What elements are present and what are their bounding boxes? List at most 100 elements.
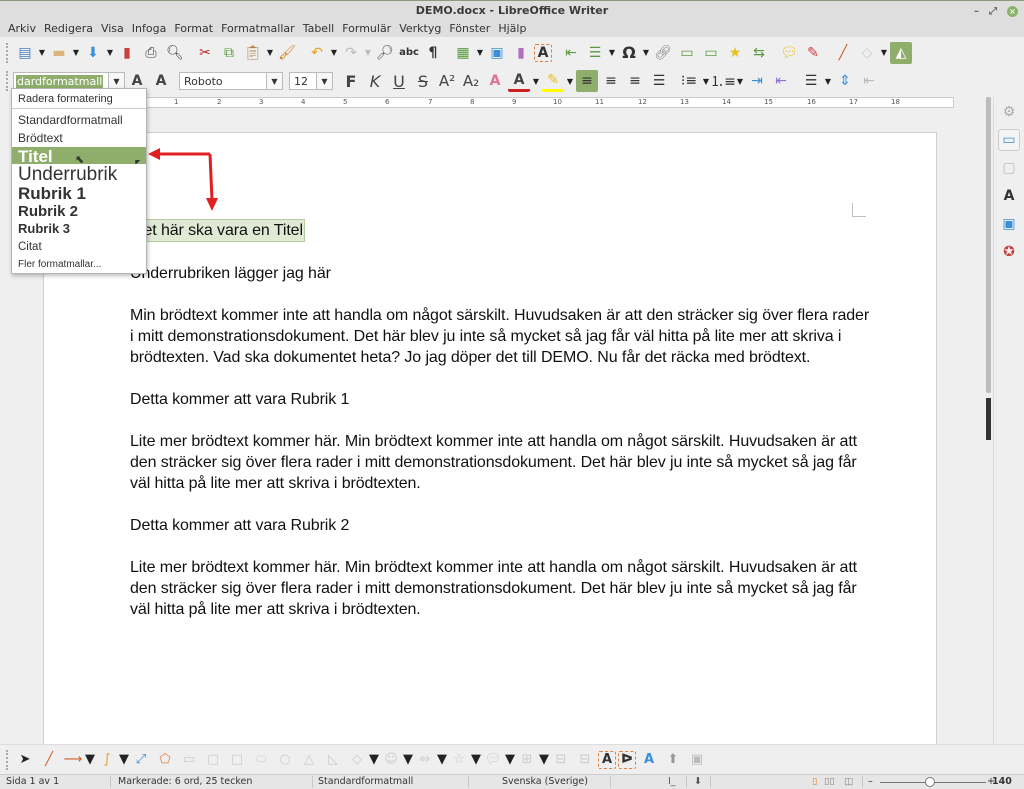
- chevron-down-icon[interactable]: ▼: [505, 749, 515, 771]
- bookmark-icon[interactable]: ★: [724, 42, 746, 64]
- triangle-icon[interactable]: △: [298, 749, 320, 771]
- menu-format[interactable]: Format: [170, 20, 217, 37]
- superscript-button[interactable]: A²: [436, 70, 458, 92]
- horizontal-ruler[interactable]: 1 2 3 4 5 6 7 8 9 10 11 12 13 14 15 16 1…: [72, 97, 954, 108]
- paragraph-spacing-icon[interactable]: ⇕: [834, 70, 856, 92]
- minimize-button[interactable]: –: [974, 2, 979, 21]
- find-replace-icon[interactable]: 🔎︎: [374, 42, 396, 64]
- align-justify-button[interactable]: ☰: [648, 70, 670, 92]
- callout-icon[interactable]: 💬︎: [482, 749, 504, 771]
- chevron-down-icon[interactable]: ▼: [105, 42, 115, 64]
- font-size-dropdown-button[interactable]: ▼: [317, 72, 333, 90]
- font-color-button[interactable]: A: [508, 70, 530, 92]
- insert-text-icon[interactable]: A: [598, 750, 616, 769]
- align-left-button[interactable]: ≡: [576, 70, 598, 92]
- select-icon[interactable]: ➤: [14, 749, 36, 771]
- language-status[interactable]: Svenska (Sverige): [502, 775, 588, 789]
- gallery-icon[interactable]: ▣: [998, 213, 1020, 235]
- style-item-rubrik-3[interactable]: Rubrik 3: [12, 221, 146, 237]
- insert-image-icon[interactable]: ▣: [486, 42, 508, 64]
- align-center-button[interactable]: ≡: [600, 70, 622, 92]
- menu-hjalp[interactable]: Hjälp: [494, 20, 530, 37]
- close-button[interactable]: ×: [1007, 5, 1018, 17]
- insert-textbox-icon[interactable]: A: [534, 43, 552, 62]
- double-arrow-icon[interactable]: ⇔: [414, 749, 436, 771]
- endnote-icon[interactable]: ▭: [700, 42, 722, 64]
- heading2-paragraph[interactable]: Detta kommer att vara Rubrik 2: [130, 515, 870, 536]
- print-preview-icon[interactable]: 🔍︎: [164, 42, 186, 64]
- font-size-input[interactable]: 12: [289, 72, 317, 90]
- styles-icon[interactable]: A: [998, 185, 1020, 207]
- menu-visa[interactable]: Visa: [97, 20, 128, 37]
- arrow-line-icon[interactable]: ⟶: [62, 749, 84, 771]
- basic-shapes-icon[interactable]: ◇: [856, 42, 878, 64]
- style-item-citat[interactable]: Citat: [12, 239, 146, 255]
- align-icon[interactable]: ⊟: [550, 749, 572, 771]
- line-spacing-icon[interactable]: ☰: [800, 70, 822, 92]
- copy-icon[interactable]: ⧉: [218, 42, 240, 64]
- new-document-icon[interactable]: ▤: [14, 42, 36, 64]
- ellipse-icon[interactable]: ⬭: [250, 749, 272, 771]
- strikethrough-button[interactable]: S: [412, 70, 434, 92]
- rounded-rectangle-icon[interactable]: ▢: [202, 749, 224, 771]
- cut-icon[interactable]: ✂: [194, 42, 216, 64]
- print-icon[interactable]: ⎙: [140, 42, 162, 64]
- chevron-down-icon[interactable]: ▼: [329, 42, 339, 64]
- hanging-indent-icon[interactable]: ⇤: [858, 70, 880, 92]
- sidebar-collapse-handle[interactable]: [986, 398, 991, 440]
- chevron-down-icon[interactable]: ▼: [85, 749, 95, 771]
- decrease-indent-icon[interactable]: ⇤: [770, 70, 792, 92]
- insert-chart-icon[interactable]: ▮: [510, 42, 532, 64]
- square-icon[interactable]: □: [226, 749, 248, 771]
- style-item-standard[interactable]: Standardformatmall: [12, 111, 146, 129]
- toggle-sidebar-icon[interactable]: ▭: [998, 129, 1020, 151]
- special-character-icon[interactable]: Ω: [618, 42, 640, 64]
- increase-indent-icon[interactable]: ⇥: [746, 70, 768, 92]
- new-style-icon[interactable]: A: [150, 70, 172, 92]
- toolbar-grip[interactable]: [6, 71, 9, 91]
- fontwork-icon[interactable]: A: [638, 749, 660, 771]
- font-name-dropdown-button[interactable]: ▼: [267, 72, 283, 90]
- insert-mode-icon[interactable]: I_: [668, 775, 676, 789]
- spellcheck-icon[interactable]: abc: [398, 42, 420, 64]
- chevron-down-icon[interactable]: ▼: [119, 749, 129, 771]
- bullet-list-icon[interactable]: ⁝≡: [678, 70, 700, 92]
- flowchart-icon[interactable]: ⊞: [516, 749, 538, 771]
- align-right-button[interactable]: ≡: [624, 70, 646, 92]
- chevron-down-icon[interactable]: ▼: [363, 42, 373, 64]
- chevron-down-icon[interactable]: ▼: [641, 42, 651, 64]
- zoom-level[interactable]: 140 %: [992, 775, 1024, 789]
- save-icon[interactable]: ⬇: [82, 42, 104, 64]
- chevron-down-icon[interactable]: ▼: [471, 749, 481, 771]
- numbered-list-icon[interactable]: ⒈≡: [710, 70, 736, 92]
- menu-formatmallar[interactable]: Formatmallar: [217, 20, 299, 37]
- book-view-icon[interactable]: ◫: [844, 775, 853, 789]
- menu-arkiv[interactable]: Arkiv: [4, 20, 40, 37]
- document-content[interactable]: Det här ska vara en Titel Underrubriken …: [130, 219, 870, 641]
- rectangle-icon[interactable]: ▭: [178, 749, 200, 771]
- cross-reference-icon[interactable]: ⇆: [748, 42, 770, 64]
- page-count[interactable]: Sida 1 av 1: [6, 775, 59, 789]
- smiley-icon[interactable]: ☺: [380, 749, 402, 771]
- page-style-status[interactable]: Standardformatmall: [318, 775, 413, 789]
- menu-redigera[interactable]: Redigera: [40, 20, 97, 37]
- clone-formatting-icon[interactable]: 🖌︎: [276, 42, 298, 64]
- line-icon[interactable]: ╱: [832, 42, 854, 64]
- hyperlink-icon[interactable]: 🔗︎: [652, 42, 674, 64]
- scrollbar-thumb[interactable]: [986, 97, 991, 393]
- zoom-out-button[interactable]: –: [868, 775, 873, 789]
- chevron-down-icon[interactable]: ▼: [403, 749, 413, 771]
- style-item-underrubrik[interactable]: Underrubrik: [12, 164, 146, 186]
- paste-icon[interactable]: 📋︎: [242, 42, 264, 64]
- clear-formatting-item[interactable]: Radera formatering: [12, 91, 146, 107]
- chevron-down-icon[interactable]: ▼: [37, 42, 47, 64]
- menu-fonster[interactable]: Fönster: [445, 20, 494, 37]
- connector-icon[interactable]: ⤢: [130, 749, 152, 771]
- vertical-text-icon[interactable]: ᐅ: [618, 750, 636, 769]
- heading1-paragraph[interactable]: Detta kommer att vara Rubrik 1: [130, 389, 870, 410]
- selection-count[interactable]: Markerade: 6 ord, 25 tecken: [118, 775, 252, 789]
- selected-title-paragraph[interactable]: Det här ska vara en Titel: [130, 219, 305, 242]
- maximize-button[interactable]: ⤢: [989, 2, 997, 21]
- chevron-down-icon[interactable]: ▼: [823, 70, 833, 92]
- style-item-rubrik-1[interactable]: Rubrik 1: [12, 184, 146, 204]
